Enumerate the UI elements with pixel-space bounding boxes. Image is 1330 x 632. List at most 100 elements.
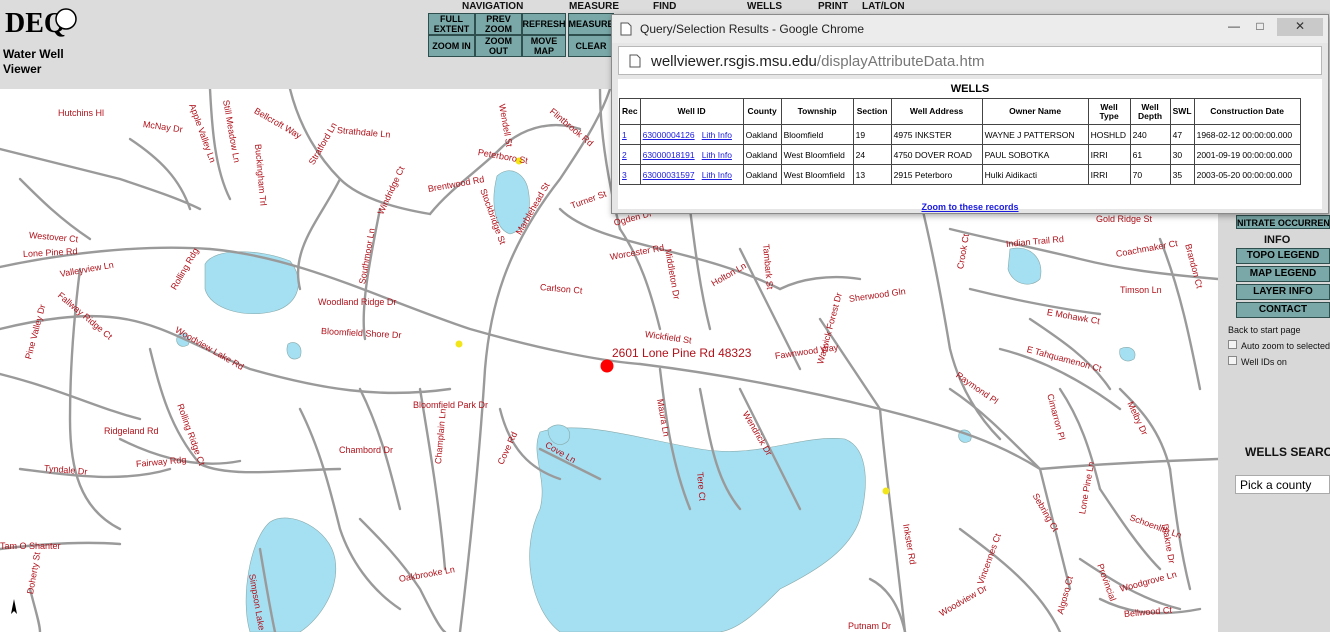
cell-section: 24 (852, 144, 892, 165)
cell-depth: 61 (1129, 144, 1171, 165)
toolbar-label-find: FIND (653, 1, 677, 12)
cell-owner: Hulki Aidikacti (981, 164, 1089, 185)
cell-depth: 70 (1129, 164, 1171, 185)
wells-search-heading: WELLS SEARCH (1245, 445, 1330, 459)
table-header-row: Rec Well ID County Township Section Well… (619, 98, 1301, 125)
table-row: 2 63000018191 Lith Info Oakland West Blo… (619, 144, 1301, 165)
selected-address-label: 2601 Lone Pine Rd 48323 (612, 346, 752, 360)
well-id-link[interactable]: 63000018191 (643, 150, 695, 160)
rec-link[interactable]: 1 (622, 130, 627, 140)
app-window: DEQ Water Well Viewer NAVIGATION MEASURE… (0, 0, 1330, 632)
street-label: Ridgeland Rd (104, 426, 159, 436)
well-ids-label: Well IDs on (1241, 357, 1287, 367)
cell-owner: WAYNE J PATTERSON (981, 124, 1089, 145)
lith-info-link[interactable]: Lith Info (702, 130, 732, 140)
well-ids-checkbox[interactable] (1228, 356, 1237, 365)
zoom-to-records-link[interactable]: Zoom to these records (618, 202, 1322, 212)
url-text: wellviewer.rsgis.msu.edu/displayAttribut… (651, 53, 984, 70)
cell-county: Oakland (742, 144, 782, 165)
cell-section: 13 (852, 164, 892, 185)
cell-type: HOSHLD (1087, 124, 1131, 145)
wells-heading: WELLS (950, 83, 990, 95)
street-label: Timson Ln (1120, 285, 1162, 295)
street-label: Tam O Shanter (0, 541, 61, 551)
page-icon (620, 22, 632, 36)
col-well-id: Well ID (639, 98, 744, 125)
zoom-out-button[interactable]: ZOOM OUT (475, 35, 522, 57)
street-label: Putnam Dr (848, 621, 892, 631)
well-id-link[interactable]: 63000031597 (643, 170, 695, 180)
toolbar-label-print: PRINT (818, 1, 848, 12)
cell-county: Oakland (742, 164, 782, 185)
full-extent-button[interactable]: FULL EXTENT (428, 13, 475, 35)
clear-button[interactable]: CLEAR (568, 35, 614, 57)
cell-date: 2001-09-19 00:00:00.000 (1193, 144, 1301, 165)
address-bar[interactable]: wellviewer.rsgis.msu.edu/displayAttribut… (618, 46, 1322, 75)
cell-county: Oakland (742, 124, 782, 145)
info-heading: INFO (1264, 234, 1291, 246)
cell-depth: 240 (1129, 124, 1171, 145)
street-label: Chambord Dr (339, 445, 394, 455)
cell-owner: PAUL SOBOTKA (981, 144, 1089, 165)
col-owner-name: Owner Name (981, 98, 1089, 125)
auto-zoom-checkbox[interactable] (1228, 340, 1237, 349)
street-label: Bloomfield Park Dr (413, 400, 489, 410)
page-info-icon[interactable] (629, 54, 641, 68)
well-marker-1[interactable] (455, 340, 463, 348)
measure-button[interactable]: MEASURE (568, 13, 614, 35)
cell-swl: 30 (1169, 144, 1195, 165)
rec-link[interactable]: 3 (622, 170, 627, 180)
prev-zoom-button[interactable]: PREV ZOOM (475, 13, 522, 35)
cell-township: West Bloomfield (780, 164, 854, 185)
cell-swl: 47 (1169, 124, 1195, 145)
cell-township: Bloomfield (780, 124, 854, 145)
street-label: Hutchins Hl (58, 108, 105, 118)
cell-type: IRRI (1087, 144, 1131, 165)
col-section: Section (852, 98, 892, 125)
back-to-start-link[interactable]: Back to start page (1228, 325, 1301, 335)
rec-link[interactable]: 2 (622, 150, 627, 160)
close-icon[interactable]: ✕ (1277, 18, 1323, 36)
col-well-depth: Well Depth (1129, 98, 1171, 125)
refresh-button[interactable]: REFRESH (522, 13, 566, 35)
well-id-link[interactable]: 63000004126 (643, 130, 695, 140)
contact-button[interactable]: CONTACT (1236, 302, 1330, 318)
maximize-icon[interactable]: □ (1247, 18, 1273, 36)
col-well-type: Well Type (1087, 98, 1131, 125)
street-label: Woodland Ridge Dr (318, 297, 397, 307)
cell-township: West Bloomfield (780, 144, 854, 165)
query-results-popup: Query/Selection Results - Google Chrome … (611, 14, 1329, 214)
wells-table: Rec Well ID County Township Section Well… (619, 98, 1301, 185)
auto-zoom-label: Auto zoom to selected (1241, 341, 1330, 351)
county-select[interactable]: Pick a county (1235, 475, 1330, 494)
selected-address-marker[interactable] (600, 359, 614, 373)
cell-swl: 35 (1169, 164, 1195, 185)
layer-info-button[interactable]: LAYER INFO (1236, 284, 1330, 300)
col-rec: Rec (619, 98, 641, 125)
col-construction-date: Construction Date (1193, 98, 1301, 125)
table-row: 3 63000031597 Lith Info Oakland West Blo… (619, 164, 1301, 185)
popup-title: Query/Selection Results - Google Chrome (640, 22, 865, 36)
app-title: Water Well Viewer (3, 47, 64, 76)
col-county: County (742, 98, 782, 125)
cell-address: 2915 Peterboro (890, 164, 983, 185)
minimize-icon[interactable]: — (1221, 18, 1247, 36)
lith-info-link[interactable]: Lith Info (702, 170, 732, 180)
well-marker-2[interactable] (882, 487, 890, 495)
topo-legend-button[interactable]: TOPO LEGEND (1236, 248, 1330, 264)
map-legend-button[interactable]: MAP LEGEND (1236, 266, 1330, 282)
cell-type: IRRI (1087, 164, 1131, 185)
cell-date: 2003-05-20 00:00:00.000 (1193, 164, 1301, 185)
col-swl: SWL (1169, 98, 1195, 125)
nitrate-occurrence-button[interactable]: NITRATE OCCURRENCE (1236, 215, 1330, 229)
url-host: wellviewer.rsgis.msu.edu (651, 53, 817, 70)
toolbar-label-measure: MEASURE (569, 1, 620, 12)
popup-titlebar[interactable]: Query/Selection Results - Google Chrome … (612, 15, 1328, 43)
zoom-in-button[interactable]: ZOOM IN (428, 35, 475, 57)
lith-info-link[interactable]: Lith Info (702, 150, 732, 160)
url-path: /displayAttributeData.htm (816, 53, 985, 70)
toolbar-label-latlon: LAT/LON (862, 1, 905, 12)
deq-logo[interactable]: DEQ (4, 3, 78, 39)
move-map-button[interactable]: MOVE MAP (522, 35, 566, 57)
cell-date: 1968-02-12 00:00:00.000 (1193, 124, 1301, 145)
